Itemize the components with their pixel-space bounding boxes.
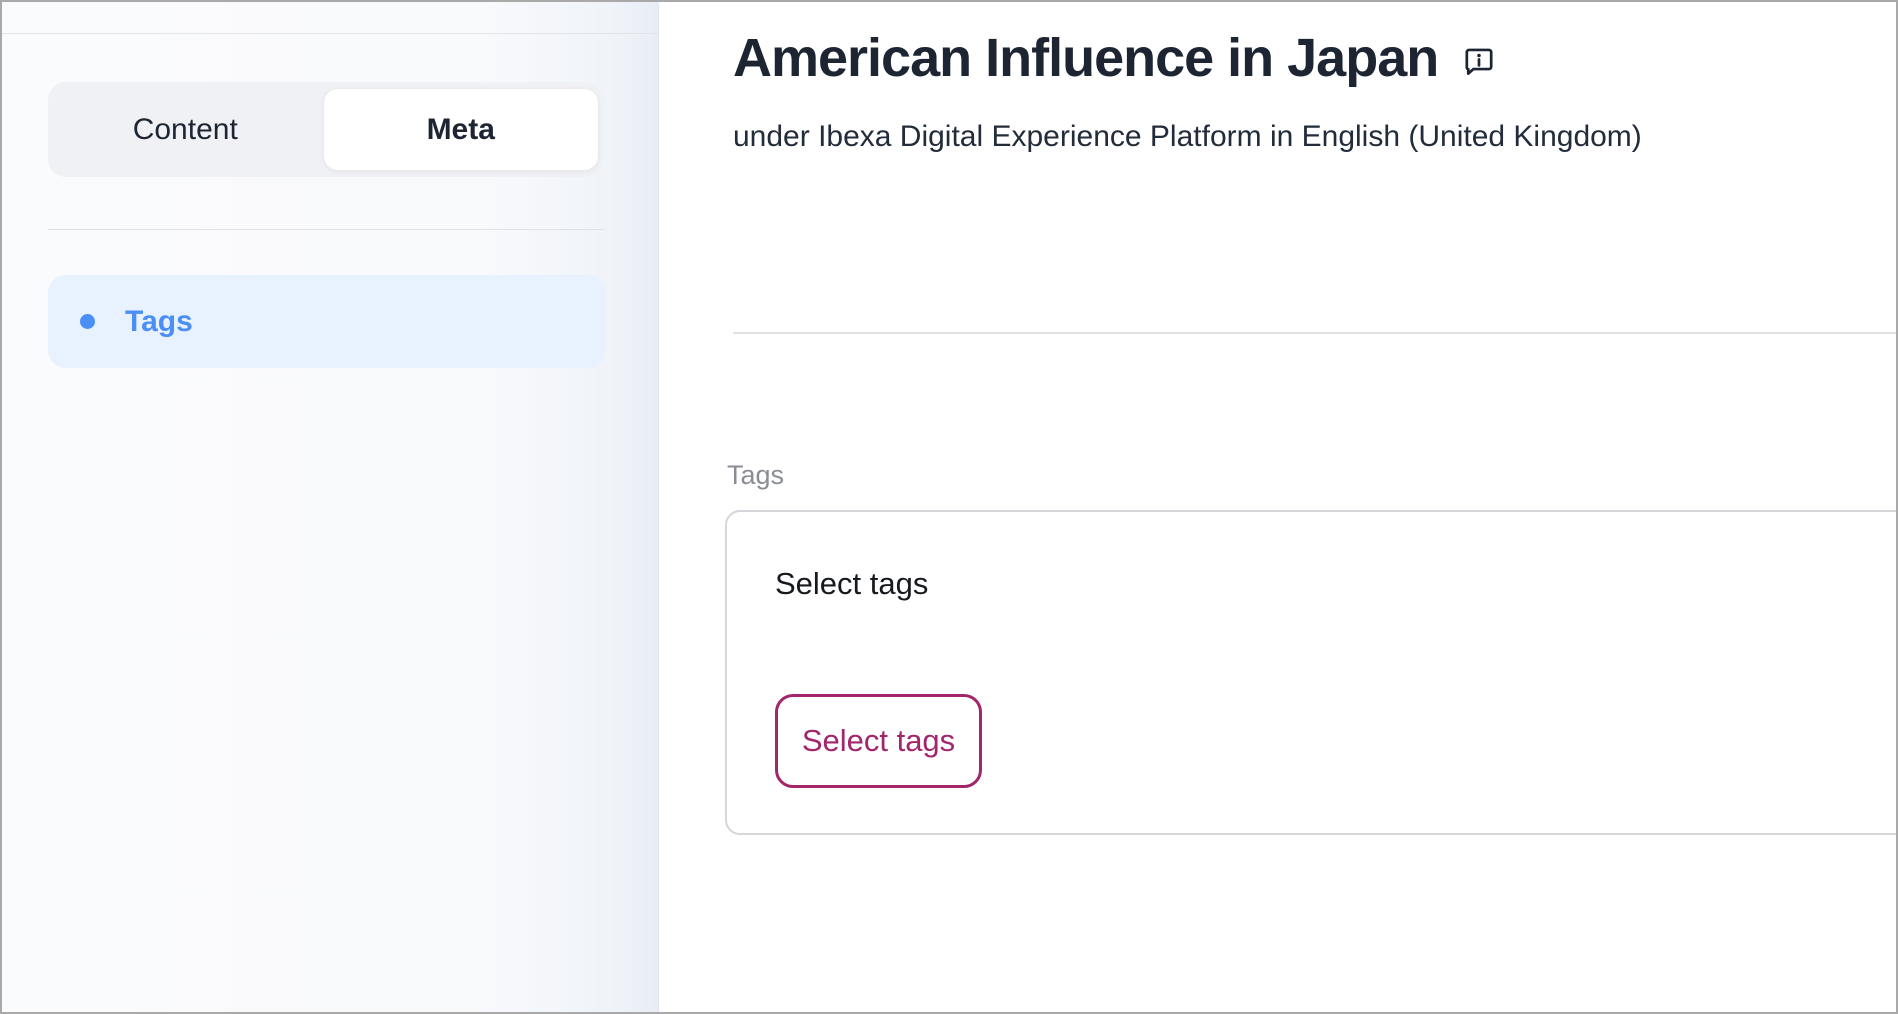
title-row: American Influence in Japan — [733, 30, 1496, 87]
sidebar-top-divider — [2, 33, 658, 34]
sidebar-item-label: Tags — [125, 305, 193, 339]
main-divider — [733, 332, 1896, 334]
main-panel: American Influence in Japan under Ibexa … — [659, 2, 1896, 1012]
field-group-label-tags: Tags — [727, 460, 784, 491]
tags-field-card: Select tags Select tags — [725, 510, 1898, 835]
content-meta-tab-switcher: Content Meta — [48, 82, 604, 177]
page-title: American Influence in Japan — [733, 30, 1438, 87]
tab-meta[interactable]: Meta — [323, 88, 600, 171]
tab-content[interactable]: Content — [48, 88, 323, 171]
sidebar-divider — [48, 229, 604, 230]
app-window: Content Meta Tags American Influence in … — [0, 0, 1898, 1014]
content-location-subtitle: under Ibexa Digital Experience Platform … — [733, 120, 1642, 154]
sidebar-item-tags[interactable]: Tags — [48, 275, 606, 368]
active-bullet-icon — [80, 314, 95, 329]
select-tags-button[interactable]: Select tags — [775, 694, 982, 788]
info-icon[interactable] — [1462, 44, 1496, 80]
tags-field-label: Select tags — [775, 566, 928, 602]
edit-sidebar: Content Meta Tags — [2, 2, 659, 1012]
